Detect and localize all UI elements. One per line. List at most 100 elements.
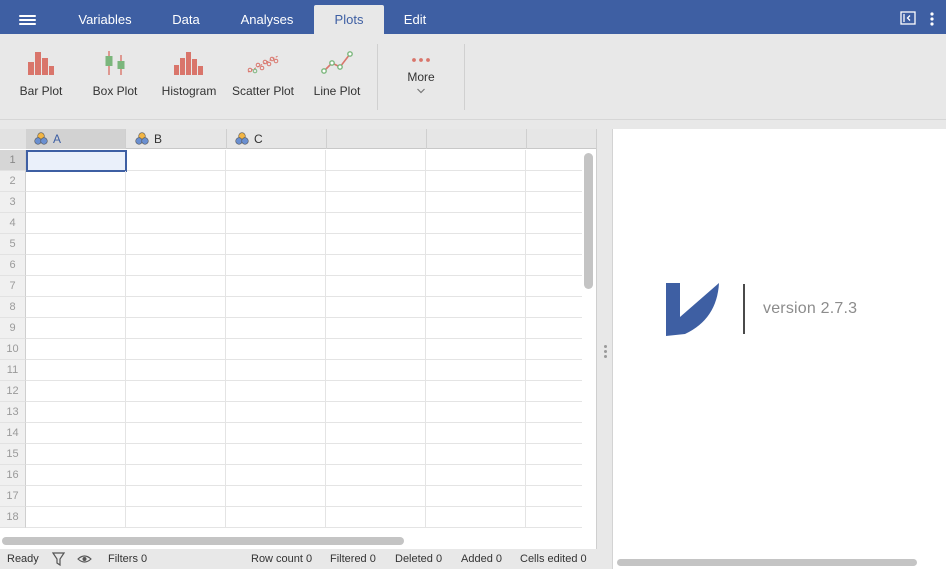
table-cell[interactable] xyxy=(26,444,126,465)
tab-edit[interactable]: Edit xyxy=(392,5,438,34)
table-cell[interactable] xyxy=(26,465,126,486)
results-horizontal-scrollbar[interactable] xyxy=(617,559,917,566)
column-header-empty[interactable] xyxy=(427,129,527,149)
table-cell[interactable] xyxy=(426,297,526,318)
table-cell[interactable] xyxy=(426,507,526,528)
column-header-a[interactable]: A xyxy=(26,129,126,149)
table-cell[interactable] xyxy=(526,360,582,381)
table-cell[interactable] xyxy=(126,465,226,486)
table-cell[interactable] xyxy=(526,339,582,360)
table-cell[interactable] xyxy=(26,486,126,507)
row-number[interactable]: 10 xyxy=(0,339,26,360)
table-cell[interactable] xyxy=(526,234,582,255)
table-cell[interactable] xyxy=(126,171,226,192)
table-cell[interactable] xyxy=(126,402,226,423)
table-cell[interactable] xyxy=(226,381,326,402)
table-cell[interactable] xyxy=(326,297,426,318)
table-cell[interactable] xyxy=(326,276,426,297)
row-number[interactable]: 3 xyxy=(0,192,26,213)
more-button[interactable]: More xyxy=(398,56,444,112)
row-number[interactable]: 2 xyxy=(0,171,26,192)
table-cell[interactable] xyxy=(326,318,426,339)
table-cell[interactable] xyxy=(426,192,526,213)
table-cell[interactable] xyxy=(26,192,126,213)
table-cell[interactable] xyxy=(26,255,126,276)
table-cell[interactable] xyxy=(226,339,326,360)
table-cell[interactable] xyxy=(126,444,226,465)
table-cell[interactable] xyxy=(26,318,126,339)
table-cell[interactable] xyxy=(126,339,226,360)
table-cell[interactable] xyxy=(326,423,426,444)
table-cell[interactable] xyxy=(326,171,426,192)
table-cell[interactable] xyxy=(226,423,326,444)
row-number[interactable]: 9 xyxy=(0,318,26,339)
row-number[interactable]: 4 xyxy=(0,213,26,234)
table-cell[interactable] xyxy=(326,255,426,276)
eye-icon[interactable] xyxy=(77,554,92,564)
table-cell[interactable] xyxy=(126,213,226,234)
tab-analyses[interactable]: Analyses xyxy=(228,5,306,34)
table-cell[interactable] xyxy=(26,171,126,192)
table-cell[interactable] xyxy=(426,255,526,276)
row-number[interactable]: 18 xyxy=(0,507,26,528)
row-number[interactable]: 11 xyxy=(0,360,26,381)
row-number[interactable]: 14 xyxy=(0,423,26,444)
row-number[interactable]: 12 xyxy=(0,381,26,402)
table-cell[interactable] xyxy=(526,150,582,171)
table-cell[interactable] xyxy=(126,150,226,171)
table-cell[interactable] xyxy=(526,507,582,528)
table-cell[interactable] xyxy=(26,213,126,234)
table-cell[interactable] xyxy=(126,255,226,276)
table-cell[interactable] xyxy=(226,234,326,255)
table-cell[interactable] xyxy=(226,486,326,507)
filter-icon[interactable] xyxy=(52,552,65,566)
selected-cell[interactable] xyxy=(26,150,127,172)
table-cell[interactable] xyxy=(426,213,526,234)
table-cell[interactable] xyxy=(426,423,526,444)
table-cell[interactable] xyxy=(426,465,526,486)
column-header-empty[interactable] xyxy=(327,129,427,149)
table-cell[interactable] xyxy=(126,423,226,444)
table-cell[interactable] xyxy=(526,381,582,402)
table-cell[interactable] xyxy=(426,339,526,360)
table-cell[interactable] xyxy=(326,150,426,171)
histogram-button[interactable]: Histogram xyxy=(159,50,219,106)
table-cell[interactable] xyxy=(426,318,526,339)
table-cell[interactable] xyxy=(226,171,326,192)
table-cell[interactable] xyxy=(426,234,526,255)
table-cell[interactable] xyxy=(226,402,326,423)
column-header-c[interactable]: C xyxy=(227,129,327,149)
line-plot-button[interactable]: Line Plot xyxy=(310,50,364,106)
table-cell[interactable] xyxy=(526,423,582,444)
table-cell[interactable] xyxy=(426,360,526,381)
table-cell[interactable] xyxy=(126,360,226,381)
row-number[interactable]: 8 xyxy=(0,297,26,318)
table-cell[interactable] xyxy=(126,381,226,402)
table-cell[interactable] xyxy=(526,444,582,465)
table-cell[interactable] xyxy=(326,465,426,486)
table-cell[interactable] xyxy=(226,360,326,381)
table-cell[interactable] xyxy=(226,192,326,213)
bar-plot-button[interactable]: Bar Plot xyxy=(16,50,66,106)
table-cell[interactable] xyxy=(526,465,582,486)
table-cell[interactable] xyxy=(426,171,526,192)
tab-plots[interactable]: Plots xyxy=(314,5,384,34)
row-number[interactable]: 16 xyxy=(0,465,26,486)
table-cell[interactable] xyxy=(226,465,326,486)
table-cell[interactable] xyxy=(26,381,126,402)
table-cell[interactable] xyxy=(526,402,582,423)
table-cell[interactable] xyxy=(326,360,426,381)
row-number[interactable]: 1 xyxy=(0,150,26,171)
table-cell[interactable] xyxy=(326,402,426,423)
table-cell[interactable] xyxy=(126,276,226,297)
table-cell[interactable] xyxy=(226,276,326,297)
table-cell[interactable] xyxy=(326,213,426,234)
table-cell[interactable] xyxy=(526,192,582,213)
table-cell[interactable] xyxy=(526,486,582,507)
table-cell[interactable] xyxy=(326,339,426,360)
table-cell[interactable] xyxy=(226,255,326,276)
table-cell[interactable] xyxy=(126,297,226,318)
box-plot-button[interactable]: Box Plot xyxy=(89,50,141,106)
horizontal-scrollbar[interactable] xyxy=(2,537,404,545)
tab-data[interactable]: Data xyxy=(160,5,212,34)
